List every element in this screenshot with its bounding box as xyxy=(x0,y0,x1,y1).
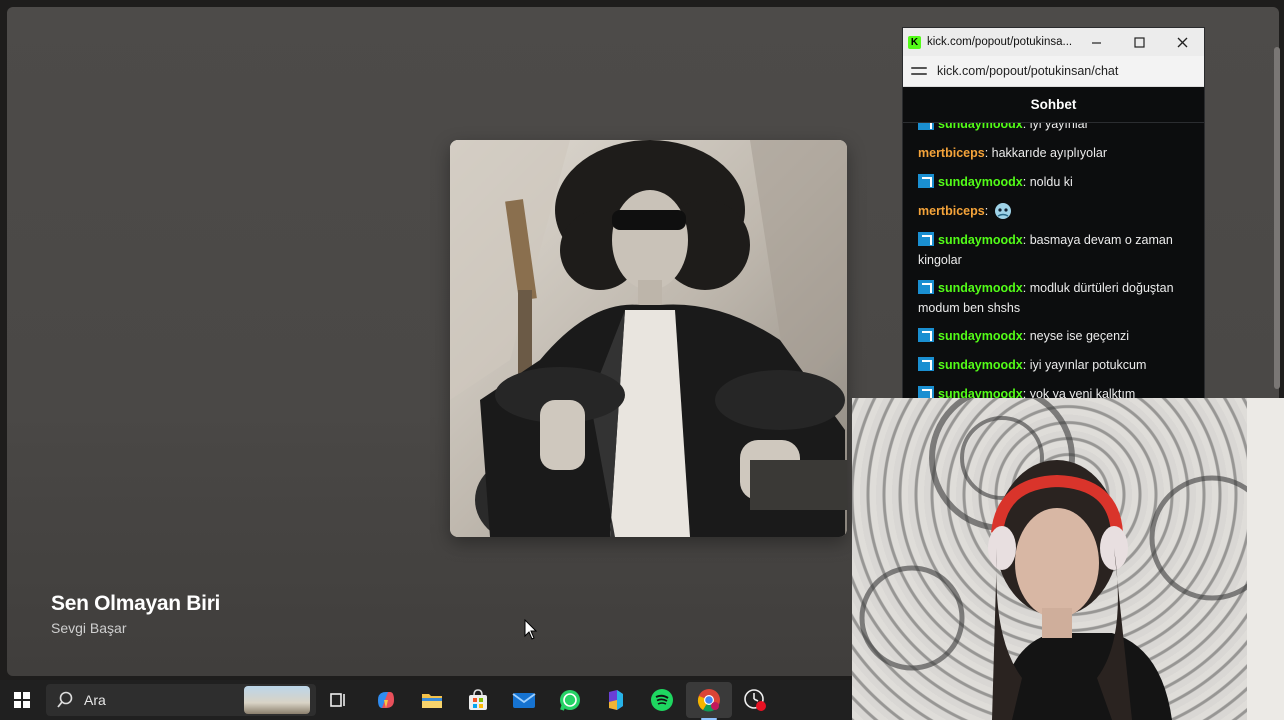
copilot-icon xyxy=(378,692,394,708)
chat-message: sundaymoodx: yok ya yeni kalktım xyxy=(918,384,1194,399)
chat-separator: : xyxy=(1022,175,1030,189)
chat-popout-window: K kick.com/popout/potukinsa... kick.com/… xyxy=(902,27,1205,400)
site-settings-icon[interactable] xyxy=(911,65,927,77)
chat-separator: : xyxy=(984,204,992,218)
file-explorer-button[interactable] xyxy=(420,688,444,712)
chrome-button[interactable] xyxy=(697,688,721,712)
microsoft-365-icon xyxy=(609,690,623,710)
windows-start-icon xyxy=(14,692,30,708)
close-icon xyxy=(1177,37,1187,47)
chat-message: sundaymoodx: iyi yayınlar xyxy=(918,123,1194,134)
moderator-badge-icon xyxy=(918,357,934,371)
mouse-cursor-icon xyxy=(524,619,538,640)
address-bar[interactable]: kick.com/popout/potukinsan/chat xyxy=(903,56,1204,87)
mail-icon xyxy=(512,693,536,708)
search-placeholder: Ara xyxy=(84,692,106,708)
url-text[interactable]: kick.com/popout/potukinsan/chat xyxy=(937,64,1118,78)
chat-message-text: iyi yayınlar potukcum xyxy=(1029,358,1147,372)
task-view-icon xyxy=(330,693,345,707)
mail-button[interactable] xyxy=(512,688,536,712)
chat-header: Sohbet xyxy=(903,87,1204,123)
album-cover xyxy=(450,140,847,537)
microsoft-365-button[interactable] xyxy=(604,688,628,712)
minimize-icon xyxy=(1091,41,1101,44)
moderator-badge-icon xyxy=(918,328,934,342)
chat-separator: : xyxy=(1022,358,1030,372)
chrome-icon xyxy=(697,689,720,712)
moderator-badge-icon xyxy=(918,174,934,188)
chat-separator: : xyxy=(1022,329,1030,343)
chat-messages: sundaymoodx: iyi yayınlar mertbiceps: hak… xyxy=(903,123,1204,399)
chat-message-text: neyse ise geçenzi xyxy=(1029,329,1130,343)
chat-message: mertbiceps: xyxy=(918,201,1194,221)
copilot-button[interactable] xyxy=(374,688,398,712)
chat-username[interactable]: sundaymoodx xyxy=(938,329,1023,343)
taskbar: Ara xyxy=(0,680,852,720)
kick-logo-icon: K xyxy=(908,35,921,49)
moderator-badge-icon xyxy=(918,123,934,130)
track-title[interactable]: Sen Olmayan Biri xyxy=(51,592,220,616)
task-view-button[interactable] xyxy=(326,688,350,712)
chat-separator: : xyxy=(1022,281,1030,295)
moderator-badge-icon xyxy=(918,232,934,246)
chat-username[interactable]: sundaymoodx xyxy=(938,175,1023,189)
chat-username[interactable]: sundaymoodx xyxy=(938,123,1023,131)
whatsapp-icon xyxy=(560,690,580,711)
moderator-badge-icon xyxy=(918,280,934,294)
chat-message: sundaymoodx: modluk dürtüleri doğuştan m… xyxy=(918,278,1194,318)
chat-separator: : xyxy=(1022,233,1030,247)
webcam-feed xyxy=(852,398,1284,720)
chat-message: sundaymoodx: noldu ki xyxy=(918,172,1194,192)
search-icon xyxy=(57,691,73,708)
chat-message: sundaymoodx: basmaya devam o zaman kingo… xyxy=(918,230,1194,270)
file-explorer-icon xyxy=(422,694,442,708)
start-button[interactable] xyxy=(0,680,44,720)
chat-message: sundaymoodx: neyse ise geçenzi xyxy=(918,326,1194,346)
minimize-button[interactable] xyxy=(1076,28,1116,56)
chat-username[interactable]: sundaymoodx xyxy=(938,358,1023,372)
search-highlight-image xyxy=(244,686,310,714)
clock-recorder-icon xyxy=(744,689,766,711)
webcam-image xyxy=(852,398,1284,720)
track-artist[interactable]: Sevgi Başar xyxy=(51,620,126,636)
chat-message: mertbiceps: hakkarıde ayıplıyolar xyxy=(918,143,1194,163)
maximize-button[interactable] xyxy=(1119,28,1159,56)
microsoft-store-icon xyxy=(469,689,487,710)
album-art-illustration xyxy=(450,140,847,537)
chat-username[interactable]: sundaymoodx xyxy=(938,233,1023,247)
chat-separator: : xyxy=(984,146,992,160)
spotify-icon xyxy=(651,689,673,711)
whatsapp-button[interactable] xyxy=(558,688,582,712)
emote-icon xyxy=(994,203,1011,219)
close-button[interactable] xyxy=(1162,28,1202,56)
window-title: kick.com/popout/potukinsa... xyxy=(927,36,1073,48)
chat-separator: : xyxy=(1022,123,1030,131)
maximize-icon xyxy=(1133,36,1145,48)
chat-username[interactable]: sundaymoodx xyxy=(938,281,1023,295)
recorder-button[interactable] xyxy=(743,688,767,712)
chat-message-text: noldu ki xyxy=(1029,175,1073,189)
chat-message: sundaymoodx: iyi yayınlar potukcum xyxy=(918,355,1194,375)
chat-message-text: iyi yayınlar xyxy=(1029,123,1089,131)
microsoft-store-button[interactable] xyxy=(466,688,490,712)
taskbar-search-box[interactable]: Ara xyxy=(46,684,316,716)
chat-message-text: hakkarıde ayıplıyolar xyxy=(991,146,1107,160)
chat-username[interactable]: mertbiceps xyxy=(918,204,985,218)
spotify-button[interactable] xyxy=(650,688,674,712)
chat-username[interactable]: mertbiceps xyxy=(918,146,985,160)
window-titlebar: K kick.com/popout/potukinsa... xyxy=(903,28,1204,56)
scrollbar[interactable] xyxy=(1274,47,1280,389)
